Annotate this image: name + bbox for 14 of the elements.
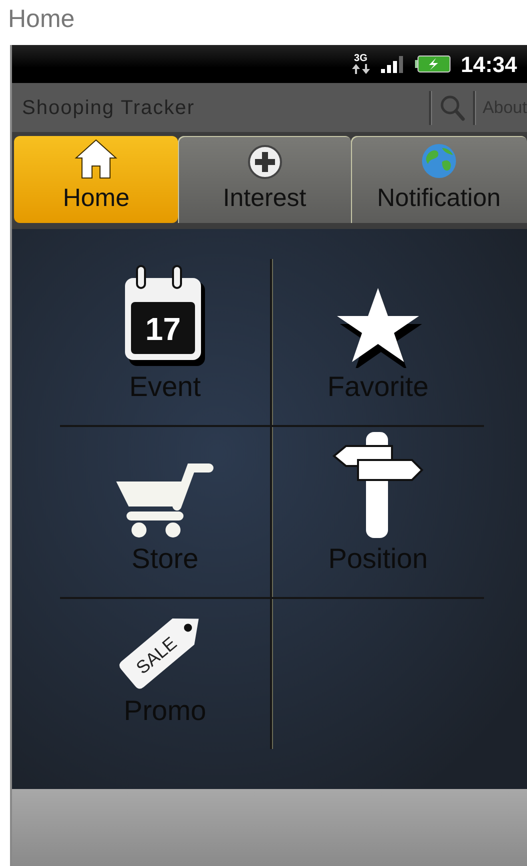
menu-item[interactable]: 17 Event — [123, 264, 207, 404]
battery-icon — [414, 55, 451, 74]
plus-icon — [246, 144, 283, 180]
tab[interactable]: Notification — [350, 136, 527, 224]
network-indicator: 3G — [350, 54, 371, 74]
tab[interactable]: Home — [14, 136, 178, 224]
page-title: Home — [7, 4, 76, 35]
clock-time: 14:34 — [460, 50, 517, 79]
globe-icon — [420, 142, 458, 180]
search-button[interactable] — [438, 94, 465, 122]
tab[interactable]: Interest — [178, 136, 351, 224]
data-arrows-icon — [350, 64, 371, 74]
signal-icon — [380, 55, 405, 74]
search-icon — [438, 94, 465, 122]
